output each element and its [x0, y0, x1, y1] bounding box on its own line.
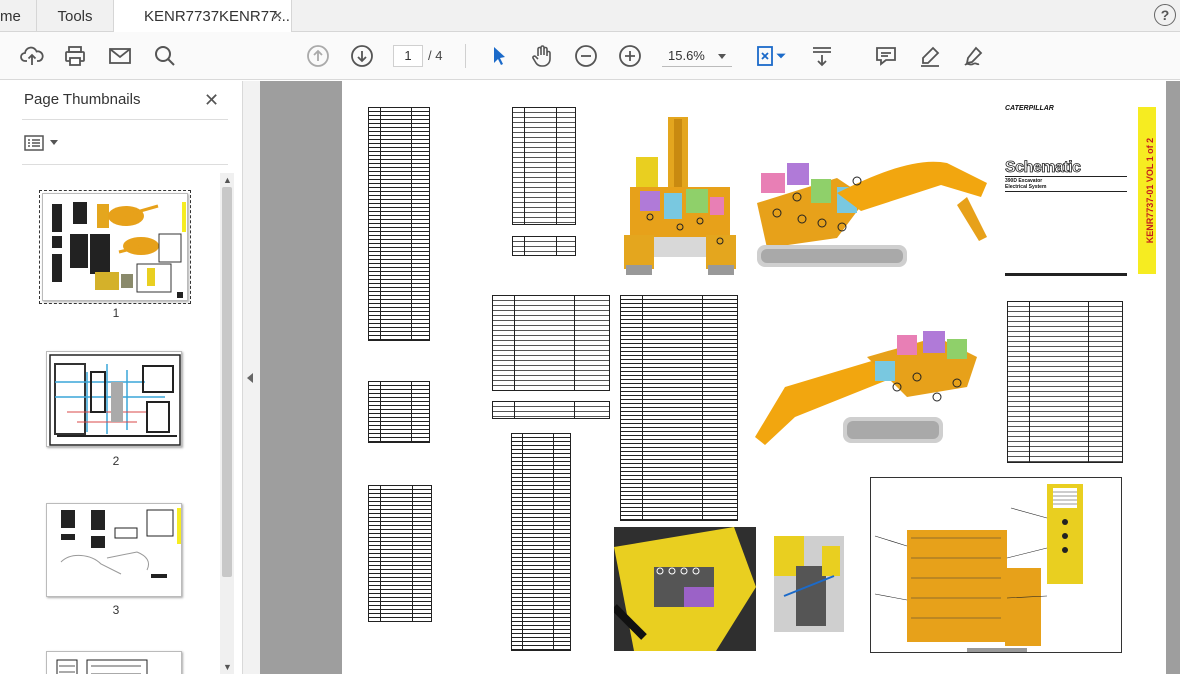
thumbnail-label: 1 — [112, 306, 120, 320]
print-icon[interactable] — [61, 42, 89, 70]
thumbnail-page-1[interactable] — [39, 190, 191, 304]
zoom-out-icon[interactable] — [572, 42, 600, 70]
chevron-left-icon — [247, 373, 253, 383]
tab-tools[interactable]: Tools — [36, 0, 114, 32]
email-icon[interactable] — [106, 42, 134, 70]
title-rule — [1005, 176, 1127, 177]
thumbnails-panel: Page Thumbnails ✕ 1 2 3 ▲ ▼ — [0, 81, 243, 674]
component-location-table — [620, 295, 738, 521]
connector-table — [368, 107, 430, 341]
title-rule — [1005, 191, 1127, 192]
select-cursor-icon[interactable] — [485, 42, 513, 70]
thumbnail-options-button[interactable] — [24, 135, 58, 151]
comment-icon[interactable] — [872, 42, 900, 70]
volume-title: KENR7737-01 VOL 1 of 2 — [1145, 137, 1155, 244]
document-subtitle-2: Electrical System — [1005, 184, 1047, 190]
zoom-value: 15.6% — [668, 48, 705, 63]
thumbnail-page-2[interactable] — [46, 351, 182, 447]
component-table — [368, 381, 430, 443]
thumbnail-label: 2 — [112, 454, 120, 468]
divider — [22, 119, 228, 120]
chevron-down-icon — [718, 54, 726, 59]
wire-table — [368, 485, 432, 622]
help-icon[interactable]: ? — [1154, 4, 1176, 26]
page-number-input[interactable]: 1 — [393, 45, 423, 67]
search-icon[interactable] — [151, 42, 179, 70]
excavator-rear-image — [620, 117, 740, 277]
upload-icon[interactable] — [18, 42, 46, 70]
document-title: Schematic — [1005, 159, 1082, 177]
page-down-icon[interactable] — [348, 42, 376, 70]
document-page: CATERPILLAR Schematic 390D Excavator Ele… — [342, 81, 1167, 674]
tab-tools-label: Tools — [57, 7, 93, 25]
scroll-down-icon[interactable]: ▼ — [223, 662, 232, 672]
document-viewport[interactable]: CATERPILLAR Schematic 390D Excavator Ele… — [260, 81, 1180, 674]
title-footer-bar — [1005, 273, 1127, 276]
thumbnail-page-4[interactable] — [46, 651, 182, 674]
list-options-icon — [24, 135, 44, 151]
toolbar-divider — [465, 44, 466, 68]
scrollbar-thumb[interactable] — [222, 187, 232, 577]
thumbnail-label: 3 — [112, 603, 120, 617]
tab-bar: me Tools KENR7737KENR77... ✕ ? — [0, 0, 1180, 33]
chevron-down-icon — [50, 140, 58, 145]
zoom-in-icon[interactable] — [616, 42, 644, 70]
brand-logo: CATERPILLAR — [1005, 105, 1054, 112]
panel-title: Page Thumbnails — [24, 91, 141, 108]
scroll-up-icon[interactable]: ▲ — [223, 175, 232, 185]
detail-photo — [774, 536, 844, 632]
page-up-icon[interactable] — [304, 42, 332, 70]
toolbar: 1 / 4 15.6% — [0, 32, 1180, 80]
zoom-select[interactable]: 15.6% — [662, 45, 732, 67]
scroll-mode-icon[interactable] — [808, 42, 836, 70]
small-spec-table — [492, 401, 610, 419]
small-table — [512, 236, 576, 256]
page-shadow-gutter — [1166, 81, 1180, 674]
thumbnail-page-3[interactable] — [46, 503, 182, 597]
harness-table — [512, 107, 576, 225]
long-wire-table — [511, 433, 571, 651]
symbols-legend — [1007, 301, 1123, 463]
close-icon[interactable]: ✕ — [204, 90, 219, 111]
page-total: / 4 — [428, 48, 443, 63]
thumbnail-list: 1 2 3 — [22, 173, 218, 674]
tab-document[interactable]: KENR7737KENR77... ✕ — [114, 0, 292, 33]
highlight-pen-icon[interactable] — [916, 42, 944, 70]
hand-icon[interactable] — [528, 42, 556, 70]
divider — [22, 164, 228, 165]
tab-document-label: KENR7737KENR77... — [144, 8, 290, 25]
tab-close-icon[interactable]: ✕ — [272, 8, 283, 24]
tab-home[interactable]: me — [0, 0, 36, 32]
tab-home-label: me — [0, 7, 21, 25]
sign-icon[interactable] — [960, 42, 988, 70]
panel-diagram — [870, 477, 1122, 653]
cab-photo — [614, 527, 756, 651]
panel-collapse-handle[interactable] — [243, 81, 260, 674]
thumbnail-scrollbar[interactable]: ▲ ▼ — [220, 173, 234, 674]
fit-page-dropdown-icon[interactable] — [774, 42, 788, 70]
excavator-side-image-2 — [747, 317, 997, 455]
spec-table — [492, 295, 610, 391]
excavator-side-image — [747, 153, 997, 279]
